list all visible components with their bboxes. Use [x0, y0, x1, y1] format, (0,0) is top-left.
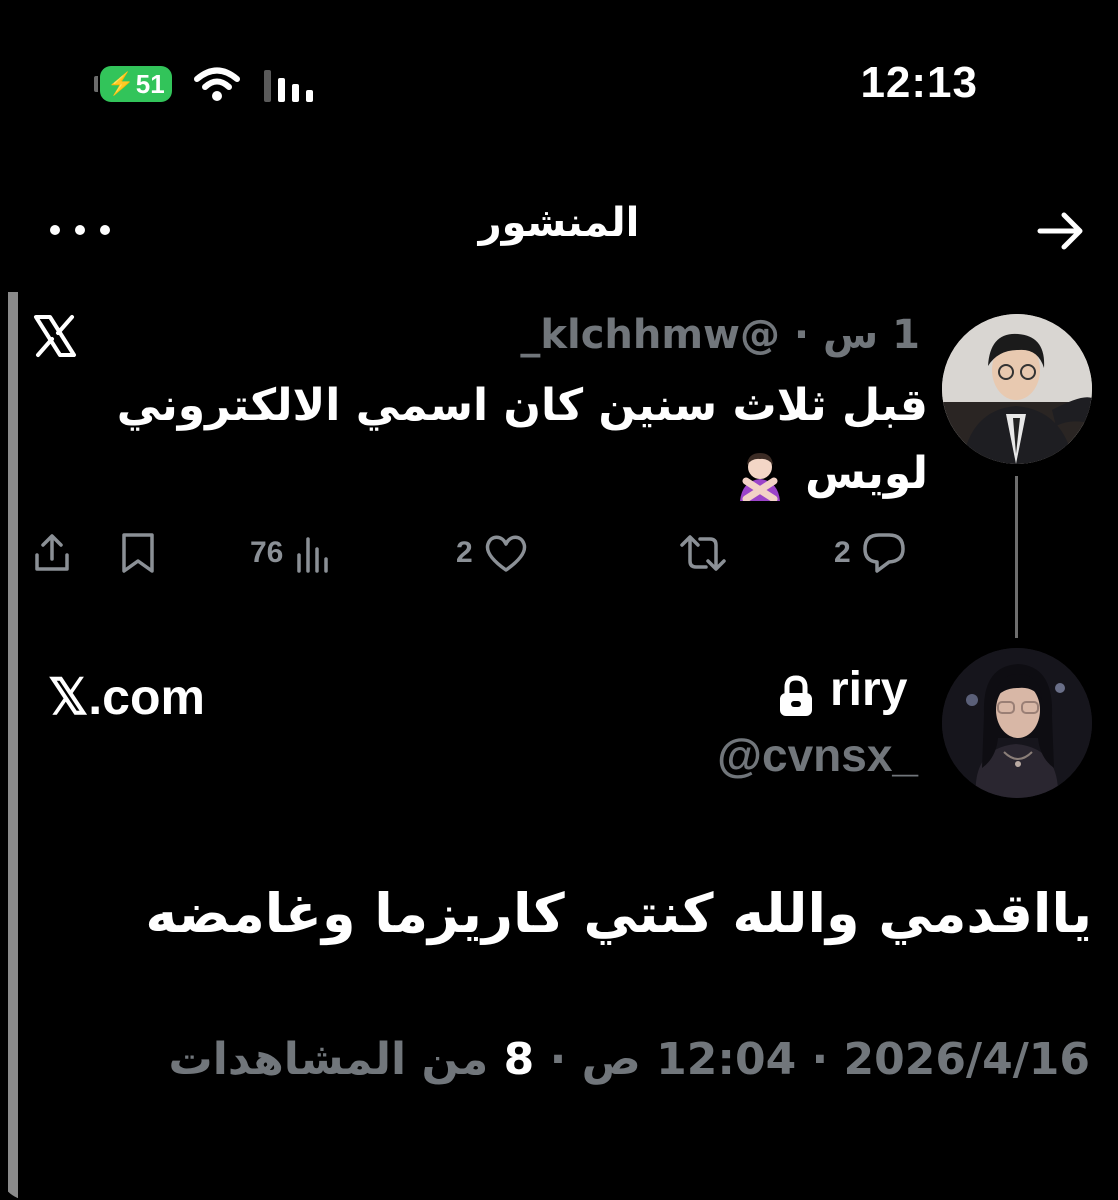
page-title: المنشور: [478, 200, 640, 246]
side-strip: [8, 292, 18, 1200]
battery-indicator: ⚡ 51: [100, 66, 172, 102]
tweet-views-count[interactable]: 8: [504, 1034, 535, 1085]
views-count: 76: [250, 536, 284, 569]
cellular-signal-icon: [264, 70, 313, 102]
views-bar-chart-icon: [297, 537, 329, 573]
battery-level: 51: [135, 68, 165, 99]
tweet-meta: 1 س · @klchhmw_: [520, 312, 920, 358]
author-handle[interactable]: @cvnsx_: [717, 728, 918, 782]
tweet-date: 2026/4/16: [843, 1034, 1090, 1085]
status-clock: 12:13: [860, 58, 978, 107]
status-bar: ⚡ 51 12:13: [0, 0, 1118, 140]
tweet-text: قبل ثلاث سنين كان اسمي الالكتروني لويس: [68, 372, 928, 508]
source-label[interactable]: 𝕏.com: [48, 668, 205, 726]
replies-count: 2: [834, 536, 851, 569]
wifi-icon: [194, 67, 240, 101]
person-gesturing-no-emoji-icon: [739, 453, 780, 502]
thread-connector: [1015, 476, 1018, 638]
tweet-body: قبل ثلاث سنين كان اسمي الالكتروني لويس: [116, 380, 928, 500]
avatar-photo: [942, 648, 1092, 798]
reply-bubble-icon: [862, 533, 905, 573]
charging-bolt-icon: ⚡: [107, 71, 135, 96]
heart-icon: [485, 535, 526, 572]
tweet-time: 12:04 ص: [581, 1034, 797, 1085]
avatar[interactable]: [942, 648, 1092, 798]
avatar-photo: [942, 314, 1092, 464]
share-icon: [35, 534, 69, 571]
tweet-text: يااقدمي والله كنتي كاريزما وغامضه: [145, 882, 1092, 945]
avatar[interactable]: [942, 314, 1092, 464]
battery-cap: [94, 76, 98, 92]
tweet-views-label: من المشاهدات: [168, 1034, 489, 1085]
likes-count: 2: [456, 536, 473, 569]
share-button[interactable]: [30, 528, 74, 578]
views-stat[interactable]: 76: [250, 528, 333, 578]
tweet-timestamp-views: 2026/4/16 · 12:04 ص · 8 من المشاهدات: [168, 1034, 1090, 1085]
screen: ⚡ 51 12:13 المنشور 1 س · @klchhmw_ قبل ث…: [0, 0, 1118, 1200]
arrow-right-icon[interactable]: [1034, 208, 1088, 254]
author-display-name[interactable]: riry: [830, 662, 907, 717]
reply-button[interactable]: 2: [834, 528, 907, 578]
bookmark-icon: [122, 533, 154, 573]
x-logo-icon: [34, 315, 76, 357]
repost-button[interactable]: [676, 528, 730, 578]
bookmark-button[interactable]: [118, 528, 158, 578]
repost-icon: [680, 535, 726, 571]
like-button[interactable]: 2: [456, 528, 529, 578]
lock-icon: [780, 675, 812, 716]
